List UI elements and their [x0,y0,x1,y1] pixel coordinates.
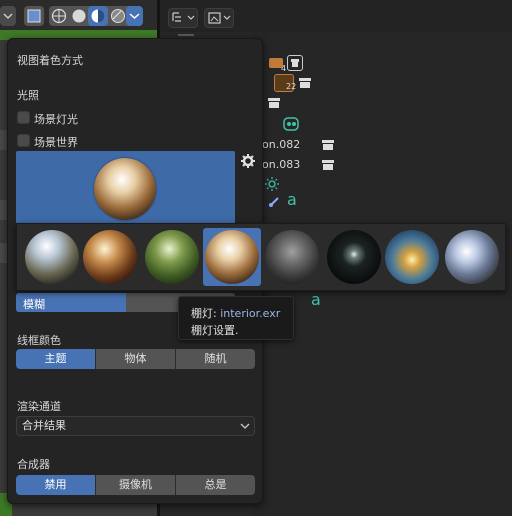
display-mode-dropdown[interactable] [168,8,198,28]
popover-title: 视图着色方式 [17,54,83,67]
viewport-header [0,0,157,30]
xray-toggle-icon[interactable] [24,6,44,26]
shading-options-chevron-icon[interactable] [126,6,143,26]
hdri-thumb-studio[interactable] [327,230,381,284]
svg-text:a: a [311,291,321,309]
material-preview-shading-icon[interactable] [88,6,108,26]
mesh-link-icon [282,115,300,133]
tooltip-description: 棚灯设置. [191,324,239,337]
lighting-section-label: 光照 [17,89,39,102]
hdri-picker [16,223,506,291]
visibility-box-icon[interactable] [287,55,303,71]
compositor-always[interactable]: 总是 [176,475,255,495]
hdri-thumb-forest[interactable] [145,230,199,284]
render-pass-value: 合并结果 [22,419,66,432]
compositor-selector: 禁用 摄像机 总是 [16,475,255,495]
wireframe-color-object[interactable]: 物体 [96,349,176,369]
gear-icon[interactable] [240,153,256,169]
wireframe-color-selector: 主题 物体 随机 [16,349,255,369]
compositor-label: 合成器 [17,458,50,471]
hdri-thumb-sunset[interactable] [445,230,499,284]
hdri-preview-sphere [94,158,156,220]
data-a-icon: a [286,190,300,209]
tooltip-filename: interior.exr [220,307,281,320]
visibility-box-icon-5[interactable] [321,159,335,171]
render-pass-dropdown[interactable]: 合并结果 [16,416,255,436]
scene-world-checkbox[interactable] [17,134,30,147]
visibility-box-icon-4[interactable] [321,139,335,151]
render-pass-label: 渲染通道 [17,400,61,413]
constraint-icon [266,194,282,210]
outliner-tree-line [178,34,194,36]
chevron-down-icon [240,423,250,429]
wireframe-color-theme[interactable]: 主题 [16,349,96,369]
outliner-item-name[interactable]: on.082 [262,138,300,151]
wireframe-color-random[interactable]: 随机 [176,349,255,369]
wireframe-color-label: 线框颜色 [17,334,61,347]
child-count-badge-2: 22 [286,82,297,91]
hdri-thumb-city[interactable] [25,230,79,284]
scene-lights-label: 场景灯光 [34,113,78,126]
outliner-header [160,0,512,32]
light-icon [264,176,280,192]
hdri-thumb-interior[interactable] [205,230,259,284]
tooltip-line-1: 棚灯: interior.exr [191,305,280,321]
hdri-tooltip: 棚灯: interior.exr 棚灯设置. [178,296,294,340]
outliner-item-name-2[interactable]: on.083 [262,158,300,171]
filter-dropdown[interactable] [204,8,234,28]
svg-text:a: a [287,191,297,209]
child-count-badge: 4 [281,64,287,73]
visibility-box-icon-3[interactable] [267,97,281,109]
blur-label: 模糊 [23,298,45,311]
wireframe-shading-icon[interactable] [49,6,69,26]
compositor-camera[interactable]: 摄像机 [96,475,176,495]
solid-shading-icon[interactable] [69,6,89,26]
compositor-disabled[interactable]: 禁用 [16,475,96,495]
rendered-shading-icon[interactable] [108,6,128,26]
dropdown-chevron-icon[interactable] [0,6,16,26]
hdri-preview[interactable] [16,151,235,229]
hdri-thumb-courtyard[interactable] [83,230,137,284]
visibility-box-icon-2[interactable] [298,77,312,89]
data-a-icon-2: a [310,290,324,309]
scene-lights-checkbox[interactable] [17,111,30,124]
tooltip-title: 棚灯: [191,307,217,320]
hdri-thumb-night[interactable] [265,230,319,284]
hdri-thumb-sunrise[interactable] [385,230,439,284]
scene-world-label: 场景世界 [34,136,78,149]
